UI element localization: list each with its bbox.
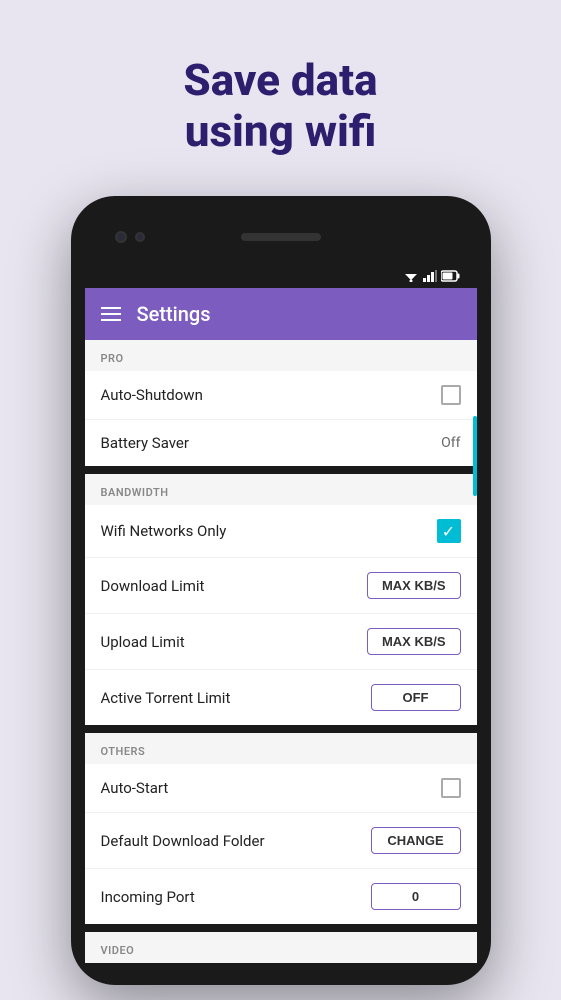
- label-download-limit: Download Limit: [101, 577, 205, 595]
- value-battery-saver: Off: [441, 435, 460, 451]
- label-incoming-port: Incoming Port: [101, 888, 195, 906]
- label-upload-limit: Upload Limit: [101, 633, 185, 651]
- row-auto-shutdown: Auto-Shutdown: [85, 371, 477, 420]
- phone-camera-left: [115, 231, 127, 243]
- status-icons: [403, 270, 461, 282]
- row-incoming-port: Incoming Port 0: [85, 869, 477, 924]
- app-bar: Settings: [85, 288, 477, 340]
- label-default-download-folder: Default Download Folder: [101, 832, 265, 850]
- row-battery-saver: Battery Saver Off: [85, 420, 477, 466]
- section-pro: PRO Auto-Shutdown Battery Saver Off: [85, 340, 477, 466]
- phone-device: Settings PRO Auto-Shutdown Battery Saver…: [71, 196, 491, 985]
- row-upload-limit: Upload Limit MAX KB/S: [85, 614, 477, 670]
- section-header-pro: PRO: [85, 340, 477, 371]
- section-header-video: VIDEO: [85, 932, 477, 963]
- hamburger-menu-icon[interactable]: [101, 307, 121, 321]
- section-header-bandwidth: BANDWIDTH: [85, 474, 477, 505]
- section-bandwidth: BANDWIDTH Wifi Networks Only ✓ Download …: [85, 474, 477, 725]
- phone-top-bar: [85, 210, 477, 264]
- button-active-torrent-limit[interactable]: OFF: [371, 684, 461, 711]
- phone-speaker: [241, 233, 321, 241]
- checkbox-auto-shutdown[interactable]: [441, 385, 461, 405]
- status-bar: [85, 264, 477, 288]
- section-others: OTHERS Auto-Start Default Download Folde…: [85, 733, 477, 924]
- row-wifi-networks-only: Wifi Networks Only ✓: [85, 505, 477, 558]
- wifi-status-icon: [403, 270, 419, 282]
- row-download-limit: Download Limit MAX KB/S: [85, 558, 477, 614]
- button-default-download-folder[interactable]: CHANGE: [371, 827, 461, 854]
- settings-content: PRO Auto-Shutdown Battery Saver Off BAND…: [85, 340, 477, 963]
- label-auto-shutdown: Auto-Shutdown: [101, 386, 203, 404]
- checkbox-auto-start[interactable]: [441, 778, 461, 798]
- label-auto-start: Auto-Start: [101, 779, 169, 797]
- scroll-indicator: [473, 416, 477, 496]
- hero-title: Save data using wifi: [183, 55, 377, 156]
- row-active-torrent-limit: Active Torrent Limit OFF: [85, 670, 477, 725]
- button-upload-limit[interactable]: MAX KB/S: [367, 628, 461, 655]
- button-download-limit[interactable]: MAX KB/S: [367, 572, 461, 599]
- section-video: VIDEO: [85, 932, 477, 963]
- button-incoming-port[interactable]: 0: [371, 883, 461, 910]
- battery-icon: [441, 270, 461, 282]
- label-battery-saver: Battery Saver: [101, 434, 189, 452]
- section-header-others: OTHERS: [85, 733, 477, 764]
- app-bar-title: Settings: [137, 302, 211, 326]
- checkbox-wifi-networks-only[interactable]: ✓: [437, 519, 461, 543]
- row-default-download-folder: Default Download Folder CHANGE: [85, 813, 477, 869]
- label-active-torrent-limit: Active Torrent Limit: [101, 689, 231, 707]
- row-auto-start: Auto-Start: [85, 764, 477, 813]
- phone-camera-right: [135, 232, 145, 242]
- signal-icon: [423, 270, 437, 282]
- label-wifi-networks-only: Wifi Networks Only: [101, 522, 227, 540]
